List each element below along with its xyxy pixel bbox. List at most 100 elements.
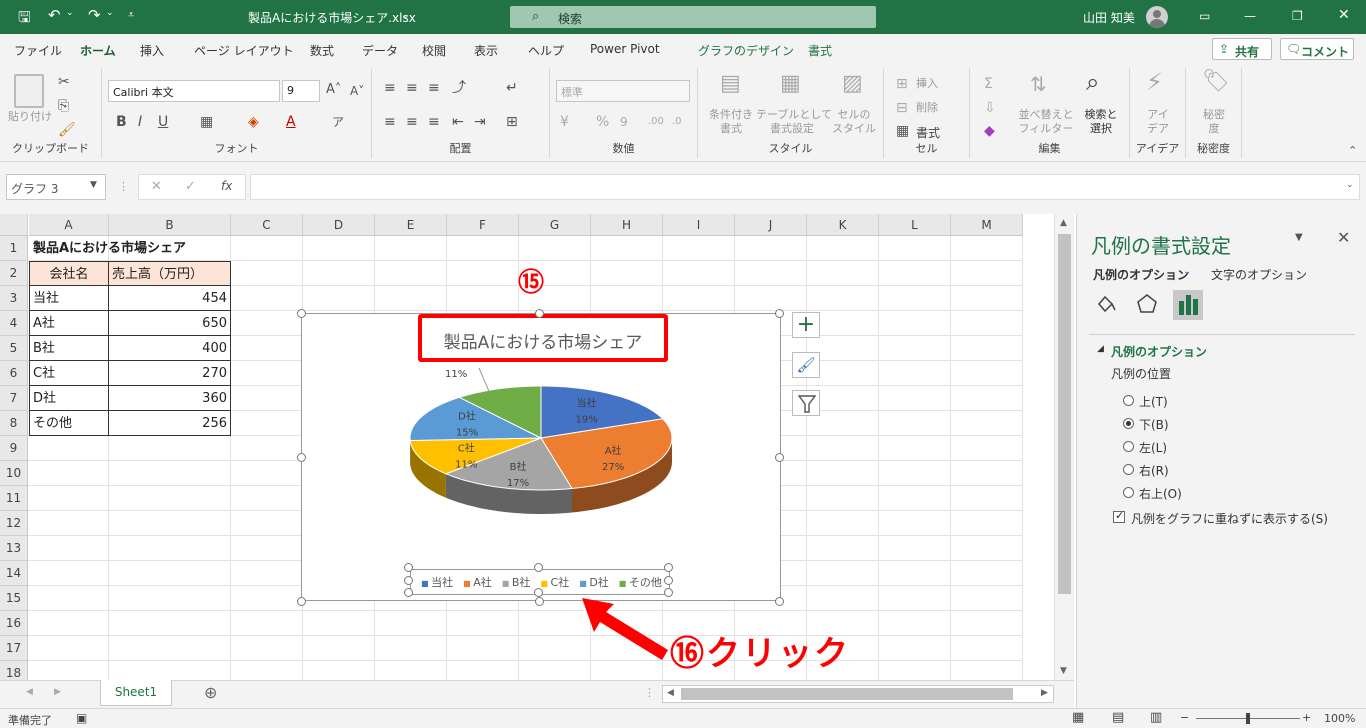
- no-overlap-label[interactable]: 凡例をグラフに重ねずに表示する(S): [1131, 510, 1328, 527]
- data-label[interactable]: C社: [458, 442, 475, 455]
- redo-icon[interactable]: ↷: [88, 6, 101, 24]
- search-box[interactable]: ⌕ 検索: [510, 6, 876, 28]
- wrap-text-icon[interactable]: ↵: [506, 80, 518, 96]
- legend-position-option[interactable]: 左(L): [1139, 439, 1167, 456]
- scroll-up-icon[interactable]: ▲: [1060, 218, 1067, 228]
- legend-handle[interactable]: [664, 576, 673, 585]
- delete-cells-button[interactable]: 削除: [916, 101, 938, 115]
- minimize-icon[interactable]: —: [1244, 9, 1256, 23]
- legend-options-dropdown-icon[interactable]: ⌄: [1183, 266, 1191, 277]
- row-header[interactable]: 12: [0, 511, 28, 536]
- row-header[interactable]: 9: [0, 436, 28, 461]
- resize-handle[interactable]: [535, 597, 544, 606]
- indent-decrease-icon[interactable]: ⇤: [452, 114, 464, 130]
- undo-dropdown-icon[interactable]: ⌄: [66, 8, 74, 18]
- resize-handle[interactable]: [297, 453, 306, 462]
- font-color-icon[interactable]: A: [286, 114, 296, 130]
- scroll-down-icon[interactable]: ▼: [1060, 666, 1067, 676]
- font-size-select[interactable]: 9: [282, 80, 320, 102]
- worksheet-grid[interactable]: ABCDEFGHIJKLM 1 2 3 4 5 6 7 8 9 10 11 12 13 14 15 16 17 1…: [0, 214, 1054, 680]
- data-label[interactable]: B社: [510, 460, 527, 473]
- fill-icon[interactable]: ⇩: [984, 100, 996, 116]
- column-header[interactable]: D: [303, 214, 375, 236]
- font-shrink-icon[interactable]: A˅: [350, 83, 364, 99]
- merge-center-icon[interactable]: ⊞: [506, 114, 518, 130]
- border-icon[interactable]: ▦: [200, 114, 213, 130]
- pane-close-icon[interactable]: ✕: [1337, 228, 1350, 247]
- column-header[interactable]: M: [951, 214, 1023, 236]
- select-all-corner[interactable]: [0, 214, 28, 236]
- cell-company[interactable]: C社: [29, 361, 109, 386]
- sheet-tab-sheet1[interactable]: Sheet1: [100, 680, 172, 706]
- legend-entry[interactable]: ■ D社: [579, 576, 609, 589]
- row-header[interactable]: 6: [0, 361, 28, 386]
- header-sales[interactable]: 売上高（万円）: [109, 261, 231, 286]
- tab-file[interactable]: ファイル: [14, 42, 62, 59]
- sort-filter-button[interactable]: 並べ替えと フィルター: [1018, 108, 1074, 136]
- column-header[interactable]: C: [231, 214, 303, 236]
- avatar[interactable]: [1146, 6, 1168, 28]
- legend-position-radio[interactable]: [1123, 464, 1134, 475]
- chart-filters-icon[interactable]: [792, 390, 820, 416]
- header-company[interactable]: 会社名: [29, 261, 109, 286]
- column-header[interactable]: B: [109, 214, 231, 236]
- data-label[interactable]: D社: [458, 410, 476, 423]
- orientation-icon[interactable]: ⤴: [452, 80, 466, 96]
- fill-line-icon[interactable]: [1091, 290, 1119, 318]
- page-break-view-icon[interactable]: ▥: [1150, 710, 1162, 725]
- cancel-icon[interactable]: ✕: [151, 179, 162, 194]
- tab-review[interactable]: 校閲: [422, 42, 446, 59]
- legend-position-option[interactable]: 右上(O): [1139, 485, 1182, 502]
- row-header[interactable]: 14: [0, 561, 28, 586]
- align-middle-icon[interactable]: ≡: [406, 80, 418, 96]
- column-header[interactable]: E: [375, 214, 447, 236]
- legend-entry[interactable]: ■ C社: [540, 576, 569, 589]
- tab-data[interactable]: データ: [362, 42, 398, 59]
- ideas-button[interactable]: アイ デア: [1140, 108, 1176, 136]
- ribbon-display-icon[interactable]: ▭: [1199, 9, 1210, 23]
- enter-icon[interactable]: ✓: [185, 179, 196, 194]
- currency-icon[interactable]: ¥: [560, 114, 569, 130]
- resize-handle[interactable]: [297, 597, 306, 606]
- data-label[interactable]: 当社: [577, 396, 597, 409]
- align-bottom-icon[interactable]: ≡: [428, 80, 440, 96]
- legend-position-radio[interactable]: [1123, 418, 1134, 429]
- collapse-ribbon-icon[interactable]: ⌃: [1348, 144, 1357, 157]
- legend-entry[interactable]: ■ 当社: [421, 576, 453, 589]
- save-icon[interactable]: 🖫: [18, 7, 31, 32]
- comment-button[interactable]: 🗨 コメント: [1280, 38, 1354, 60]
- tab-chart-design[interactable]: グラフのデザイン: [698, 42, 794, 59]
- prev-sheet-icon[interactable]: ◀: [26, 687, 33, 697]
- resize-handle[interactable]: [775, 597, 784, 606]
- tab-help[interactable]: ヘルプ: [528, 42, 564, 59]
- paste-button[interactable]: 貼り付け: [8, 110, 52, 124]
- section-collapse-icon[interactable]: ◢: [1097, 344, 1104, 354]
- chart-elements-button[interactable]: +: [792, 312, 820, 338]
- zoom-level[interactable]: 100%: [1324, 712, 1355, 725]
- increase-decimal-icon[interactable]: .00: [648, 114, 664, 130]
- row-header[interactable]: 7: [0, 386, 28, 411]
- legend-handle[interactable]: [534, 588, 543, 597]
- cell-company[interactable]: D社: [29, 386, 109, 411]
- decrease-decimal-icon[interactable]: .0: [672, 114, 682, 130]
- h-scroll-thumb[interactable]: [681, 688, 1013, 700]
- data-label[interactable]: 11%: [455, 460, 477, 471]
- row-header[interactable]: 1: [0, 236, 28, 261]
- cell-sales[interactable]: 650: [109, 311, 231, 336]
- row-header[interactable]: 16: [0, 611, 28, 636]
- cell-sales[interactable]: 360: [109, 386, 231, 411]
- cell-title[interactable]: 製品Aにおける市場シェア: [30, 236, 189, 261]
- legend-position-option[interactable]: 右(R): [1139, 462, 1169, 479]
- horizontal-scrollbar[interactable]: ◀ ▶: [662, 685, 1054, 703]
- legend-position-radio[interactable]: [1123, 487, 1134, 498]
- cut-icon[interactable]: ✂: [58, 74, 70, 90]
- column-header[interactable]: H: [591, 214, 663, 236]
- legend-entry[interactable]: ■ A社: [463, 576, 492, 589]
- row-header[interactable]: 11: [0, 486, 28, 511]
- row-header[interactable]: 5: [0, 336, 28, 361]
- format-painter-icon[interactable]: 🖌: [58, 122, 76, 138]
- column-header[interactable]: G: [519, 214, 591, 236]
- conditional-format-button[interactable]: 条件付き 書式: [706, 108, 756, 136]
- font-grow-icon[interactable]: A˄: [326, 82, 341, 98]
- legend-handle[interactable]: [404, 588, 413, 597]
